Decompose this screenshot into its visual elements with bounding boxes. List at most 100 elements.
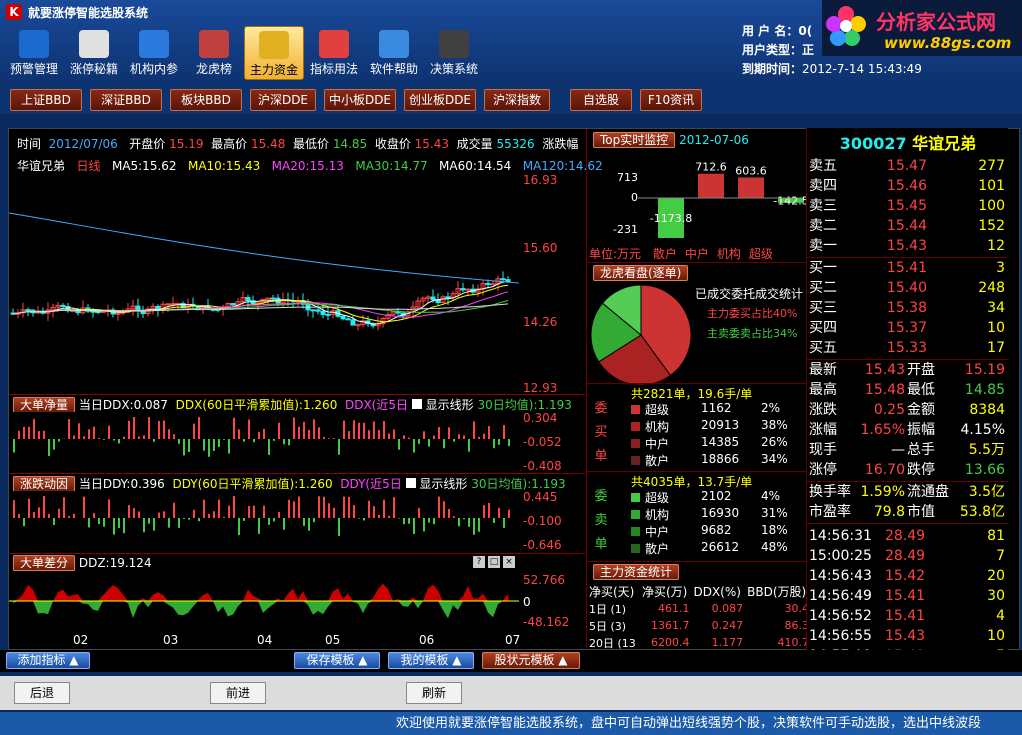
forward-button[interactable]: 前进 bbox=[210, 682, 266, 704]
nav-8[interactable]: F10资讯 bbox=[640, 89, 702, 111]
lhb-tab[interactable]: 龙虎看盘(逐单) bbox=[593, 265, 689, 281]
ddy-show-lines[interactable]: 显示线形 bbox=[419, 477, 467, 491]
toolbar-btn-3[interactable]: 龙虎榜 bbox=[184, 26, 244, 80]
nav-7[interactable]: 自选股 bbox=[570, 89, 632, 111]
ddy-check-icon[interactable] bbox=[405, 478, 416, 488]
ddz-tab[interactable]: 大单差分 bbox=[13, 555, 76, 571]
ask-row[interactable]: 卖一 15.43 12 bbox=[807, 236, 1009, 256]
stock-name: 华谊兄弟 bbox=[17, 159, 66, 173]
period-label[interactable]: 日线 bbox=[76, 159, 100, 173]
ask-row[interactable]: 卖五 15.47 277 bbox=[807, 156, 1009, 176]
indicator-bar bbox=[503, 425, 505, 439]
top-monitor-tab[interactable]: Top实时监控 bbox=[593, 132, 676, 148]
indicator-bar bbox=[118, 439, 120, 444]
toolbar-btn-7[interactable]: 决策系统 bbox=[424, 26, 484, 80]
quote-label: 买二 bbox=[809, 280, 837, 296]
title-bar: K 就要涨停智能选股系统 bbox=[0, 0, 600, 24]
bid-row[interactable]: 买四 15.37 10 bbox=[807, 318, 1009, 338]
indicator-bar bbox=[108, 425, 110, 439]
close-icon[interactable]: × bbox=[503, 556, 515, 568]
ask-row[interactable]: 卖三 15.45 100 bbox=[807, 196, 1009, 216]
indicator-bar bbox=[178, 518, 180, 528]
indicator-bar bbox=[68, 515, 70, 518]
back-button[interactable]: 后退 bbox=[14, 682, 70, 704]
toolbar-btn-1[interactable]: 涨停秘籍 bbox=[64, 26, 124, 80]
bid-row[interactable]: 买二 15.40 248 bbox=[807, 278, 1009, 298]
brand-url[interactable]: www.88gs.com bbox=[884, 34, 1011, 52]
indicator-bar bbox=[473, 421, 475, 439]
bid-row[interactable]: 买三 15.38 34 bbox=[807, 298, 1009, 318]
ma-line bbox=[12, 291, 509, 318]
toolbar-label: 机构内参 bbox=[129, 62, 178, 76]
ddz-y-min: -48.162 bbox=[523, 615, 570, 629]
top-bar bbox=[738, 177, 764, 198]
ddx-check-icon[interactable] bbox=[411, 399, 422, 409]
candle-body bbox=[485, 283, 491, 286]
nav-4[interactable]: 中小板DDE bbox=[324, 89, 396, 111]
indicator-bar bbox=[483, 433, 485, 439]
candle-body bbox=[60, 304, 66, 307]
candle-body bbox=[355, 324, 361, 327]
nav-2[interactable]: 板块BBD bbox=[170, 89, 242, 111]
nav-3[interactable]: 沪深DDE bbox=[250, 89, 316, 111]
candle-body bbox=[230, 303, 236, 306]
ma120-line bbox=[9, 212, 519, 284]
save-template-button[interactable]: 保存模板 ▲ bbox=[294, 652, 380, 669]
quote-volume: 152 bbox=[978, 218, 1005, 234]
ddz-positive-area bbox=[13, 583, 509, 601]
stat-row: 涨跌 0.25 金额 8384 bbox=[807, 400, 1009, 420]
app-logo-icon: K bbox=[6, 4, 22, 20]
ask-row[interactable]: 卖二 15.44 152 bbox=[807, 216, 1009, 236]
flow-tab[interactable]: 主力资金统计 bbox=[593, 564, 680, 580]
square-icon bbox=[631, 527, 640, 536]
indicator-bar bbox=[303, 421, 305, 439]
ddz-divider bbox=[9, 553, 585, 554]
restore-icon[interactable]: □ bbox=[488, 556, 500, 568]
user-info: 用 户 名：0( 用户类型：正 到期时间：2012-7-14 15:43:49 bbox=[742, 22, 922, 79]
nav-1[interactable]: 深证BBD bbox=[90, 89, 162, 111]
ddx-show-lines[interactable]: 显示线形 bbox=[426, 398, 474, 412]
indicator-bar bbox=[403, 518, 405, 525]
toolbar-label: 决策系统 bbox=[429, 62, 478, 76]
shape-template-button[interactable]: 股状元模板 ▲ bbox=[482, 652, 580, 669]
ddx-tab[interactable]: 大单净量 bbox=[13, 397, 76, 412]
order-row: 散户 26612 48% bbox=[625, 540, 811, 557]
toolbar-btn-5[interactable]: 指标用法 bbox=[304, 26, 364, 80]
ddz-area-chart bbox=[9, 583, 519, 619]
candlestick-chart[interactable] bbox=[9, 173, 519, 393]
nav-0[interactable]: 上证BBD bbox=[10, 89, 82, 111]
quote-label: 卖二 bbox=[809, 218, 837, 234]
quote-volume: 12 bbox=[987, 238, 1005, 254]
top-cat: 中户 bbox=[684, 247, 709, 261]
order-count: 18866 bbox=[701, 452, 740, 466]
toolbar-btn-0[interactable]: 预警管理 bbox=[4, 26, 64, 80]
indicator-bar bbox=[28, 426, 30, 439]
indicator-bar bbox=[143, 518, 145, 533]
side-char: 卖 bbox=[594, 513, 608, 528]
help-icon[interactable]: ? bbox=[473, 556, 485, 568]
add-indicator-label: 添加指标 bbox=[17, 653, 66, 667]
ddy-tab[interactable]: 涨跌动因 bbox=[13, 476, 76, 491]
quote-price: 15.37 bbox=[886, 320, 927, 336]
ask-row[interactable]: 卖四 15.46 101 bbox=[807, 176, 1009, 196]
add-indicator-button[interactable]: 添加指标 ▲ bbox=[6, 652, 90, 669]
bid-row[interactable]: 买一 15.41 3 bbox=[807, 258, 1009, 278]
candle-body bbox=[350, 319, 356, 326]
side-char: 委 bbox=[594, 489, 608, 504]
bid-row[interactable]: 买五 15.33 17 bbox=[807, 338, 1009, 358]
ddx-y-mid: -0.052 bbox=[523, 435, 562, 449]
indicator-bar bbox=[43, 430, 45, 439]
stat-label: 涨停 bbox=[809, 462, 837, 478]
toolbar-btn-6[interactable]: 软件帮助 bbox=[364, 26, 424, 80]
nav-5[interactable]: 创业板DDE bbox=[404, 89, 476, 111]
indicator-bar bbox=[223, 439, 225, 440]
toolbar-btn-2[interactable]: 机构内参 bbox=[124, 26, 184, 80]
stat-value: 16.70 bbox=[864, 462, 905, 478]
tick-volume: 30 bbox=[987, 588, 1005, 604]
my-template-button[interactable]: 我的模板 ▲ bbox=[388, 652, 474, 669]
toolbar-btn-4[interactable]: 主力资金 bbox=[244, 26, 304, 80]
refresh-button[interactable]: 刷新 bbox=[406, 682, 462, 704]
nav-6[interactable]: 沪深指数 bbox=[484, 89, 550, 111]
order-pct: 26% bbox=[761, 435, 788, 449]
toolbar-label: 软件帮助 bbox=[369, 62, 418, 76]
